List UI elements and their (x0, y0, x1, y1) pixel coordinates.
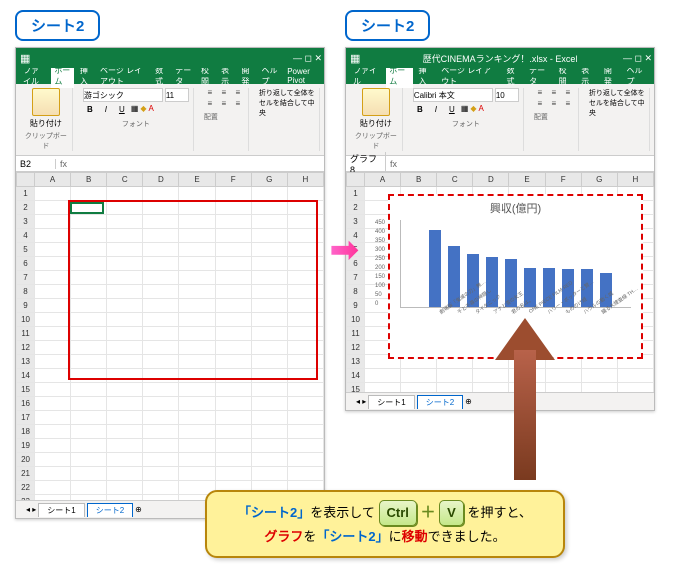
tab-nav-icon[interactable]: ◂ ▸ (26, 505, 36, 514)
wrap-button[interactable]: 折り返して全体を (589, 88, 645, 98)
arrow-icon: ➡ (330, 230, 359, 270)
paste-icon[interactable] (32, 88, 60, 116)
ribbon-wrap: 折り返して全体を セルを結合して中央 (255, 88, 320, 151)
menubar: ファイル ホーム 挿入 ページ レイアウト 数式 データ 校閲 表示 開発 ヘル… (16, 68, 324, 84)
paste-label: 貼り付け (354, 118, 398, 129)
cell-grid[interactable]: ABCDEFGH 1 2 3 4 5 6 7 8 9 10 11 12 13 1… (16, 172, 324, 500)
formula-bar: グラフ 8 fx (346, 156, 654, 172)
bold-button[interactable]: B (413, 104, 427, 115)
align-right[interactable]: ≡ (232, 99, 244, 108)
align-left[interactable]: ≡ (204, 99, 216, 108)
menubar: ファイル ホーム 挿入 ページ レイアウト 数式 データ 校閲 表示 開発 ヘル… (346, 68, 654, 84)
ribbon-align: ≡≡≡ ≡≡≡ 配置 (200, 88, 249, 151)
ribbon: 貼り付け クリップボード B I U ▦ ◆ A (346, 84, 654, 156)
italic-button[interactable]: I (99, 104, 113, 115)
group-align-label: 配置 (534, 112, 574, 122)
ribbon-clipboard: 貼り付け クリップボード (350, 88, 403, 151)
fontcolor-button[interactable]: A (479, 104, 484, 115)
instruction-callout: 「シート2」を表示して Ctrl ＋ V を押すと、 グラフを「シート2」に移動… (205, 490, 565, 558)
sheet-tabs: ◂ ▸ シート1 シート2 ⊕ (346, 392, 654, 410)
paste-label: 貼り付け (24, 118, 68, 129)
font-size-select[interactable] (495, 88, 519, 102)
namebox[interactable]: B2 (16, 159, 56, 169)
fill-button[interactable]: ◆ (470, 104, 476, 115)
align-top[interactable]: ≡ (204, 88, 216, 97)
chart-title: 興収(億円) (390, 200, 641, 216)
chart-bar (429, 230, 441, 307)
left-panel: シート2 ▦ ― ◻ ✕ ファイル ホーム 挿入 ページ レイアウト 数式 デー… (15, 10, 325, 519)
font-size-select[interactable] (165, 88, 189, 102)
fx-icon[interactable]: fx (386, 159, 401, 169)
align-bot[interactable]: ≡ (232, 88, 244, 97)
merge-button[interactable]: セルを結合して中央 (589, 98, 645, 118)
sheet-badge-left: シート2 (15, 10, 100, 41)
menu-powerpivot[interactable]: Power Pivot (284, 66, 320, 86)
grid-area[interactable]: ABCDEFGH 1 2 3 4 5 6 7 8 9 10 11 12 13 1… (16, 172, 324, 500)
align-center[interactable]: ≡ (218, 99, 230, 108)
align-mid[interactable]: ≡ (218, 88, 230, 97)
ribbon-font: B I U ▦ ◆ A フォント (79, 88, 194, 151)
key-ctrl: Ctrl (379, 500, 417, 526)
paste-icon[interactable] (362, 88, 390, 116)
fontcolor-button[interactable]: A (149, 104, 154, 115)
formula-bar: B2 fx (16, 156, 324, 172)
titlebar: ▦ ― ◻ ✕ (16, 48, 324, 68)
window-title: 歴代CINEMAランキング！.xlsx - Excel (423, 52, 578, 65)
group-clipboard-label: クリップボード (354, 131, 398, 151)
underline-button[interactable]: U (445, 104, 459, 115)
tab-nav-icon[interactable]: ◂ ▸ (356, 397, 366, 406)
plus-icon: ＋ (421, 504, 436, 521)
excel-icon: ▦ (20, 52, 30, 65)
group-clipboard-label: クリップボード (24, 131, 68, 151)
merge-button[interactable]: セルを結合して中央 (259, 98, 315, 118)
align-bot[interactable]: ≡ (562, 88, 574, 97)
font-name-select[interactable] (83, 88, 163, 102)
tab-sheet2[interactable]: シート2 (87, 503, 133, 517)
ribbon-font: B I U ▦ ◆ A フォント (409, 88, 524, 151)
window-controls[interactable]: ― ◻ ✕ (293, 53, 322, 64)
excel-icon: ▦ (350, 52, 360, 65)
ribbon-align: ≡≡≡ ≡≡≡ 配置 (530, 88, 579, 151)
group-font-label: フォント (83, 119, 189, 129)
fx-icon[interactable]: fx (56, 159, 71, 169)
ribbon: 貼り付け クリップボード B I U ▦ ◆ A (16, 84, 324, 156)
window-controls[interactable]: ― ◻ ✕ (623, 53, 652, 64)
group-font-label: フォント (413, 119, 519, 129)
border-button[interactable]: ▦ (131, 104, 139, 115)
align-top[interactable]: ≡ (534, 88, 546, 97)
border-button[interactable]: ▦ (461, 104, 469, 115)
bold-button[interactable]: B (83, 104, 97, 115)
chart-y-axis: 450400350300250200150100500 (375, 220, 385, 307)
align-mid[interactable]: ≡ (548, 88, 560, 97)
sheet-badge-right: シート2 (345, 10, 430, 41)
titlebar: ▦ 歴代CINEMAランキング！.xlsx - Excel ― ◻ ✕ (346, 48, 654, 68)
italic-button[interactable]: I (429, 104, 443, 115)
underline-button[interactable]: U (115, 104, 129, 115)
tab-sheet1[interactable]: シート1 (368, 395, 414, 409)
tab-add-icon[interactable]: ⊕ (465, 397, 472, 406)
key-v: V (439, 500, 464, 526)
align-center[interactable]: ≡ (548, 99, 560, 108)
align-left[interactable]: ≡ (534, 99, 546, 108)
align-right[interactable]: ≡ (562, 99, 574, 108)
tab-sheet1[interactable]: シート1 (38, 503, 84, 517)
tab-sheet2[interactable]: シート2 (417, 395, 463, 409)
excel-window-left: ▦ ― ◻ ✕ ファイル ホーム 挿入 ページ レイアウト 数式 データ 校閲 … (15, 47, 325, 519)
fill-button[interactable]: ◆ (140, 104, 146, 115)
chart-x-axis: 劇場版「鬼滅の刃」無…千と千尋の神隠しタイタニックアナと雪の女王君の名は。ONE… (400, 308, 631, 317)
wrap-button[interactable]: 折り返して全体を (259, 88, 315, 98)
group-align-label: 配置 (204, 112, 244, 122)
ribbon-wrap: 折り返して全体を セルを結合して中央 (585, 88, 650, 151)
font-name-select[interactable] (413, 88, 493, 102)
ribbon-clipboard: 貼り付け クリップボード (20, 88, 73, 151)
tab-add-icon[interactable]: ⊕ (135, 505, 142, 514)
text: 「シート2」 (238, 505, 310, 520)
